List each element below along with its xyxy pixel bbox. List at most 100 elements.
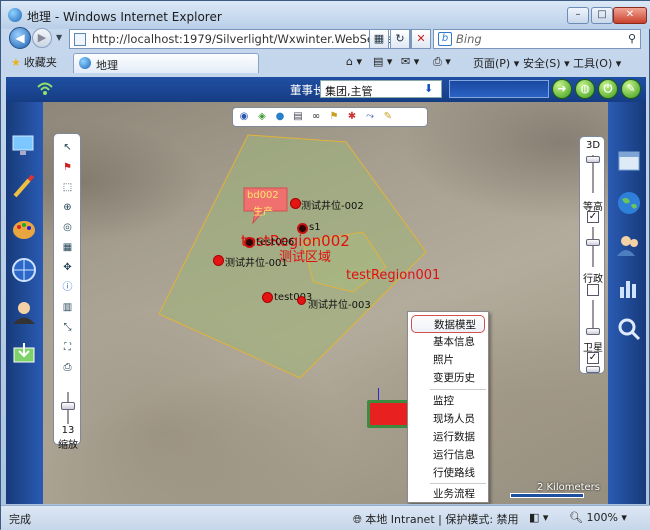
print-button[interactable]: ⎙ ▾ <box>433 55 451 69</box>
measure-icon[interactable]: ⤡ <box>60 320 75 335</box>
layer-contour-thumb[interactable] <box>586 239 600 246</box>
address-bar[interactable]: http://localhost:1979/Silverlight/Wxwint… <box>69 29 411 49</box>
flag-icon[interactable]: ⚑ <box>60 160 75 175</box>
edit-pen-icon[interactable]: ✎ <box>621 79 641 99</box>
menu-item-basic-info[interactable]: 基本信息 <box>408 333 490 351</box>
extent-icon[interactable]: ⛶ <box>60 340 75 355</box>
zoom-slider-thumb[interactable] <box>61 402 75 410</box>
crosshair-globe-icon[interactable] <box>11 257 37 283</box>
security-zone[interactable]: 🌐︎ 本地 Intranet | 保护模式: 禁用 <box>353 511 519 527</box>
pan-icon[interactable]: ✥ <box>60 260 75 275</box>
power-icon[interactable]: ⏻ <box>598 79 618 99</box>
page-icon <box>74 33 86 46</box>
print-map-icon[interactable]: ⎙ <box>60 360 75 375</box>
map-canvas[interactable]: bd002 生产 testRegion002 测试区域 testRegion00… <box>43 102 608 504</box>
favorites-label: 收藏夹 <box>23 56 57 69</box>
calendar-icon[interactable] <box>616 147 642 173</box>
people-icon[interactable] <box>616 232 642 258</box>
grid-icon[interactable]: ▦ <box>60 240 75 255</box>
layer-satellite-thumb[interactable] <box>586 366 600 373</box>
zoom-value: 100% <box>586 511 618 524</box>
maximize-button[interactable]: □ <box>591 7 613 24</box>
globe-tool-icon[interactable]: ● <box>273 110 287 124</box>
point-marker[interactable] <box>297 223 308 234</box>
status-bar: 完成 🌐︎ 本地 Intranet | 保护模式: 禁用 ◧ ▾ 🔍︎ 100%… <box>1 505 650 530</box>
arrow-down-icon[interactable]: ⬇ <box>424 82 433 95</box>
mail-button[interactable]: ✉ ▾ <box>401 55 419 68</box>
select-box-icon[interactable]: ⬚ <box>60 180 75 195</box>
menu-item-monitor[interactable]: 监控 <box>408 392 490 410</box>
point-marker[interactable] <box>244 237 255 248</box>
globe-button-icon[interactable]: ◍ <box>575 79 595 99</box>
magnifier-icon[interactable] <box>616 316 642 342</box>
menu-item-route[interactable]: 行使路线 <box>408 464 490 482</box>
scale-label: 2 Kilometers <box>536 482 600 493</box>
favorites-row: ★ 收藏夹 地理 ⌂ ▾ ▤ ▾ ✉ ▾ ⎙ ▾ 页面(P) ▾ 安全(S) ▾ … <box>1 51 650 73</box>
bar-chart-icon[interactable] <box>616 275 642 301</box>
info-icon[interactable]: ⓘ <box>60 280 75 295</box>
layer-admin-thumb[interactable] <box>586 328 600 335</box>
layer-admin-checkbox[interactable] <box>587 284 599 296</box>
layer-contour-checkbox[interactable]: ✓ <box>587 211 599 223</box>
target-icon[interactable]: ◎ <box>60 220 75 235</box>
point-marker[interactable] <box>297 296 306 305</box>
bubble-line1: bd002 <box>247 190 279 201</box>
pencil-icon[interactable]: ✎ <box>381 110 395 124</box>
download-package-icon[interactable] <box>11 340 37 366</box>
page-menu[interactable]: 页面(P) ▾ <box>473 55 519 71</box>
scale-bar: 2 Kilometers <box>510 482 602 498</box>
home-button[interactable]: ⌂ ▾ <box>346 55 362 68</box>
go-arrow-icon[interactable]: ➜ <box>552 79 572 99</box>
binoculars-icon[interactable]: ∞ <box>309 110 323 124</box>
minimize-button[interactable]: – <box>567 7 589 24</box>
back-button[interactable]: ◀ <box>9 27 31 49</box>
eye-icon[interactable]: ◉ <box>237 110 251 124</box>
menu-item-photos[interactable]: 照片 <box>408 351 490 369</box>
point-marker[interactable] <box>213 255 224 266</box>
tools-menu[interactable]: 工具(O) ▾ <box>573 55 621 71</box>
compat-view-button[interactable]: ▦ <box>369 29 389 49</box>
globe-icon[interactable] <box>616 190 642 216</box>
table-icon[interactable]: ▥ <box>60 300 75 315</box>
flag-tool-icon[interactable]: ⚑ <box>327 110 341 124</box>
select-arrow-icon[interactable]: ↖ <box>60 140 75 155</box>
point-marker[interactable] <box>262 292 273 303</box>
route-icon[interactable]: ⤳ <box>363 110 377 124</box>
popup-icon[interactable]: ◧ ▾ <box>529 511 548 524</box>
search-box[interactable]: b Bing ⚲ <box>433 29 641 49</box>
menu-item-field-staff[interactable]: 现场人员 <box>408 410 490 428</box>
user-badge-icon[interactable] <box>11 299 37 325</box>
zoom-control[interactable]: 🔍︎ 100% ▾ <box>569 511 627 524</box>
top-input[interactable] <box>449 80 549 98</box>
monitor-icon[interactable] <box>11 132 37 158</box>
brush-icon[interactable] <box>11 174 37 200</box>
palette-icon[interactable] <box>11 216 37 242</box>
tab-geography[interactable]: 地理 <box>73 53 259 73</box>
menu-item-change-history[interactable]: 变更历史 <box>408 369 490 387</box>
close-button[interactable]: ✕ <box>613 7 647 24</box>
document-icon[interactable]: ▤ <box>291 110 305 124</box>
feeds-button[interactable]: ▤ ▾ <box>373 55 392 68</box>
menu-item-workflow[interactable]: 业务流程 <box>408 485 490 503</box>
stop-button[interactable]: ✕ <box>411 29 431 49</box>
menu-item-run-data[interactable]: 运行数据 <box>408 428 490 446</box>
tools-menu-label: 工具(O) <box>573 57 613 70</box>
address-url: http://localhost:1979/Silverlight/Wxwint… <box>92 32 411 46</box>
menu-item-run-info[interactable]: 运行信息 <box>408 446 490 464</box>
layer-3d-thumb[interactable] <box>586 156 600 163</box>
point-marker[interactable] <box>290 198 301 209</box>
refresh-button[interactable]: ↻ <box>390 29 410 49</box>
history-dropdown-icon[interactable]: ▼ <box>56 33 62 42</box>
forward-button[interactable]: ▶ <box>32 28 52 48</box>
marker-tool-icon[interactable]: ✱ <box>345 110 359 124</box>
safety-menu-label: 安全(S) <box>523 57 561 70</box>
selected-marker[interactable] <box>367 400 411 428</box>
search-icon[interactable]: ⚲ <box>628 32 636 45</box>
layer-satellite-checkbox[interactable]: ✓ <box>587 352 599 364</box>
layers-icon[interactable]: ◈ <box>255 110 269 124</box>
bubble-line2: 生产 <box>253 207 273 218</box>
safety-menu[interactable]: 安全(S) ▾ <box>523 55 570 71</box>
zoom-in-icon[interactable]: ⊕ <box>60 200 75 215</box>
favorites-button[interactable]: ★ 收藏夹 <box>11 54 57 70</box>
menu-item-data-model[interactable]: 数据模型 <box>411 315 485 333</box>
